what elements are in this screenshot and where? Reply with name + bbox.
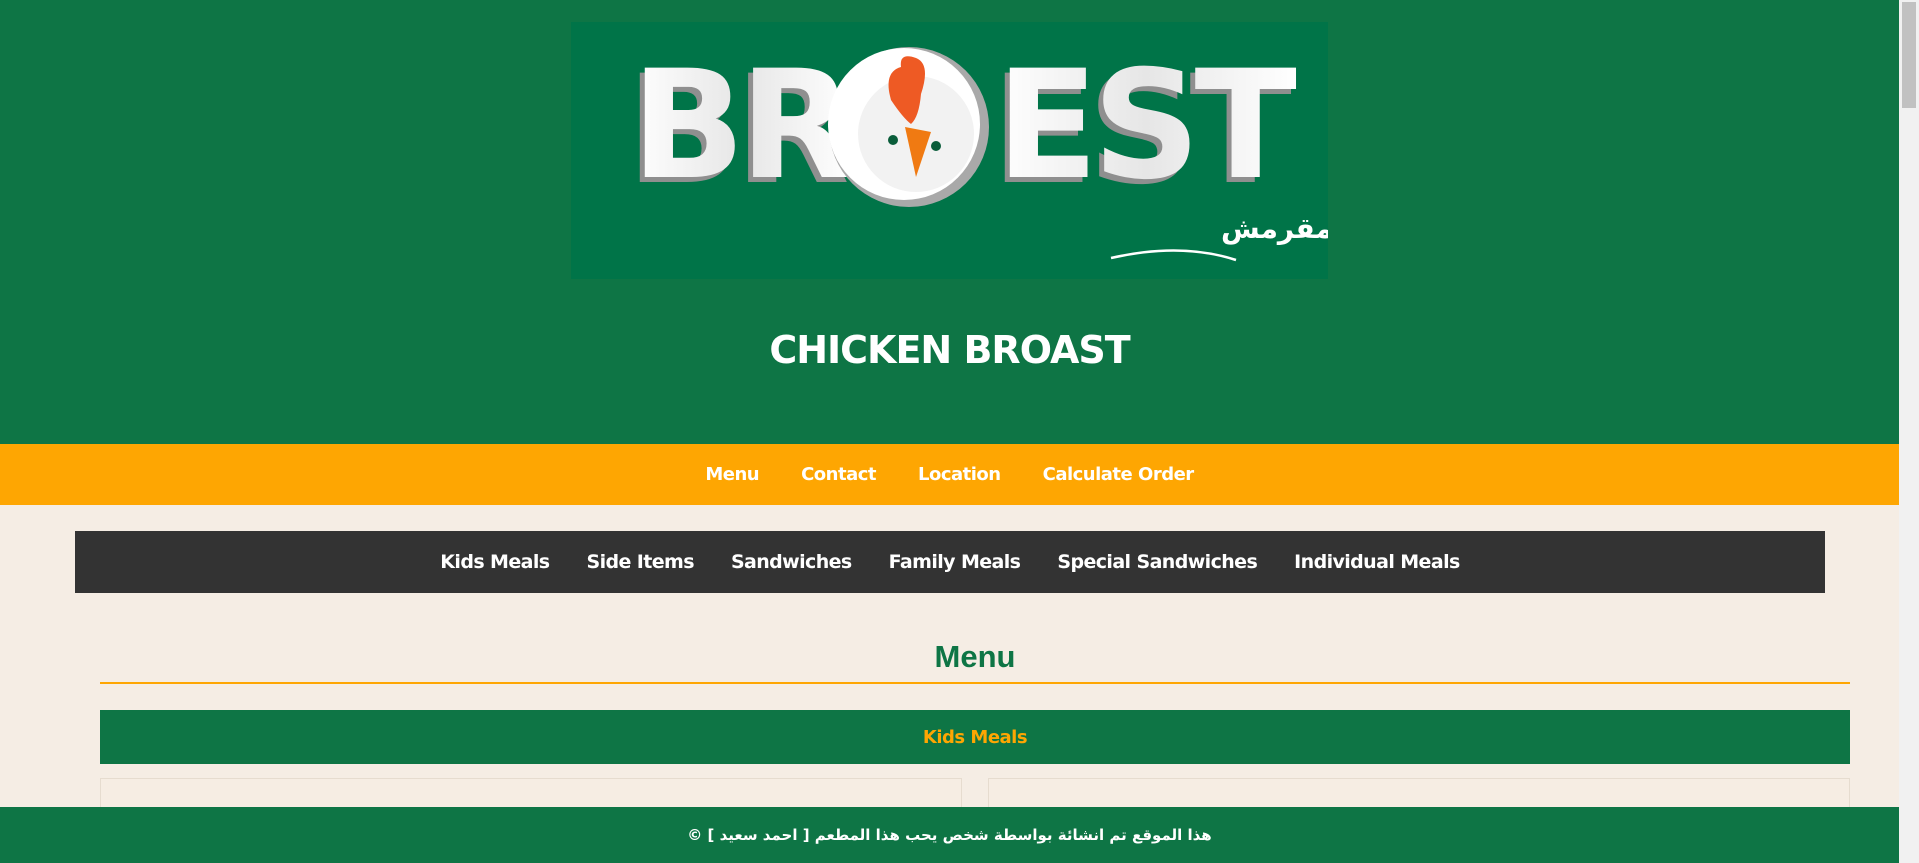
category-special-sandwiches-link[interactable]: Special Sandwiches <box>1057 551 1257 573</box>
category-individual-meals-link[interactable]: Individual Meals <box>1294 551 1460 573</box>
kids-meals-section-header: Kids Meals <box>100 710 1850 764</box>
section-title: Kids Meals <box>922 726 1028 748</box>
footer-credit-text: هذا الموقع تم انشائة بواسطة شخص يحب هذا … <box>687 826 1212 844</box>
category-sandwiches-link[interactable]: Sandwiches <box>731 551 852 573</box>
page-scrollbar[interactable] <box>1899 0 1919 863</box>
menu-heading: Menu <box>100 639 1850 684</box>
site-title: CHICKEN BROAST <box>769 328 1130 372</box>
nav-menu-link[interactable]: Menu <box>705 464 759 485</box>
nav-calculate-order-link[interactable]: Calculate Order <box>1043 464 1195 485</box>
category-kids-meals-link[interactable]: Kids Meals <box>440 551 550 573</box>
svg-text:بروست دجاج مقرمش: بروست دجاج مقرمش <box>1221 212 1328 246</box>
svg-text:EST: EST <box>996 39 1296 213</box>
svg-text:BR: BR <box>631 39 852 213</box>
top-nav: Menu Contact Location Calculate Order <box>0 444 1899 505</box>
nav-contact-link[interactable]: Contact <box>801 464 876 485</box>
logo-graphic: BR BR EST EST بروست دجاج مقرمش <box>626 39 1328 262</box>
broest-logo[interactable]: BR BR EST EST بروست دجاج مقرمش <box>571 22 1328 279</box>
site-footer: هذا الموقع تم انشائة بواسطة شخص يحب هذا … <box>0 807 1899 863</box>
scrollbar-thumb[interactable] <box>1902 2 1916 108</box>
site-header: BR BR EST EST بروست دجاج مقرمش CHICKEN B… <box>0 0 1899 444</box>
nav-location-link[interactable]: Location <box>918 464 1001 485</box>
category-family-meals-link[interactable]: Family Meals <box>889 551 1021 573</box>
category-nav: Kids Meals Side Items Sandwiches Family … <box>75 531 1825 593</box>
category-side-items-link[interactable]: Side Items <box>587 551 695 573</box>
